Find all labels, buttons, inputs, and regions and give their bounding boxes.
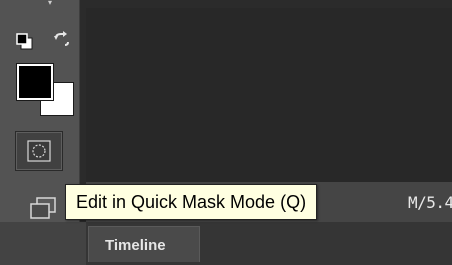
screen-mode-icon[interactable]: [28, 196, 58, 222]
bottom-panel-left: [0, 222, 86, 265]
tab-timeline-label: Timeline: [105, 237, 166, 254]
swap-colors-icon[interactable]: [52, 30, 72, 50]
quick-mask-button[interactable]: [15, 131, 63, 171]
document-info-text: M/5.4: [408, 193, 452, 212]
tooltip-quick-mask: Edit in Quick Mask Mode (Q): [65, 184, 318, 220]
app-window: ▾ M/5.4 Timeline Edit in Quick Mask Mode…: [0, 0, 452, 265]
foreground-color-swatch[interactable]: [16, 63, 54, 101]
default-colors-icon[interactable]: [16, 33, 34, 51]
tool-partial-icon: ▾: [48, 0, 53, 7]
quick-mask-icon: [27, 140, 51, 162]
tab-timeline[interactable]: Timeline: [88, 226, 200, 262]
document-canvas-area[interactable]: [86, 8, 452, 182]
